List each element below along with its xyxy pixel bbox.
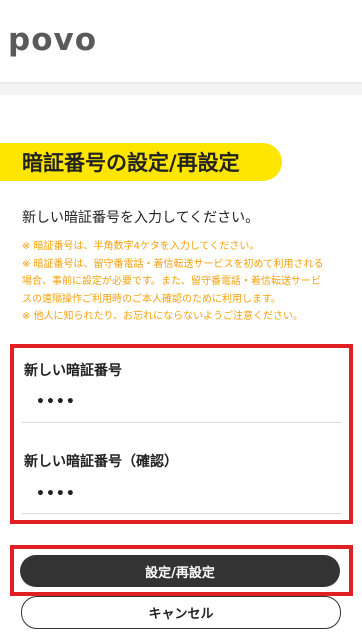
note-line: ※ 暗証番号は、半角数字4ケタを入力してください。: [22, 241, 260, 252]
note-line: 場合、事前に設定が必要です。また、留守番電話・着信転送サービ: [22, 276, 321, 287]
page-title-band: 暗証番号の設定/再設定: [0, 143, 282, 181]
confirm-pin-underline: [22, 513, 342, 514]
page-title: 暗証番号の設定/再設定: [22, 151, 240, 175]
note-line: スの遠隔操作ご利用時のご本人確認のために利用します。: [22, 293, 281, 305]
cancel-button[interactable]: キャンセル: [21, 596, 341, 629]
new-pin-input[interactable]: ••••: [36, 394, 76, 410]
new-pin-underline: [22, 422, 342, 423]
notes-block: ※ 暗証番号は、半角数字4ケタを入力してください。 ※ 暗証番号は、留守番電話・…: [22, 238, 342, 326]
app-header: povo: [0, 0, 362, 82]
povo-logo[interactable]: povo: [8, 22, 97, 58]
note-line: ※ 他人に知られたり、お忘れにならないようご注意ください。: [22, 311, 303, 322]
submit-button[interactable]: 設定/再設定: [20, 555, 340, 587]
note-line: ※ 暗証番号は、留守番電話・着信転送サービスを初めて利用される: [22, 258, 324, 270]
new-pin-label: 新しい暗証番号: [24, 363, 122, 379]
instruction-text: 新しい暗証番号を入力してください。: [22, 210, 260, 226]
pin-settings-card: 暗証番号の設定/再設定 新しい暗証番号を入力してください。 ※ 暗証番号は、半角…: [0, 95, 362, 639]
pin-form-highlight: 新しい暗証番号 •••• 新しい暗証番号（確認） ••••: [10, 344, 353, 524]
confirm-pin-label: 新しい暗証番号（確認）: [24, 454, 178, 470]
confirm-pin-input[interactable]: ••••: [36, 486, 76, 502]
